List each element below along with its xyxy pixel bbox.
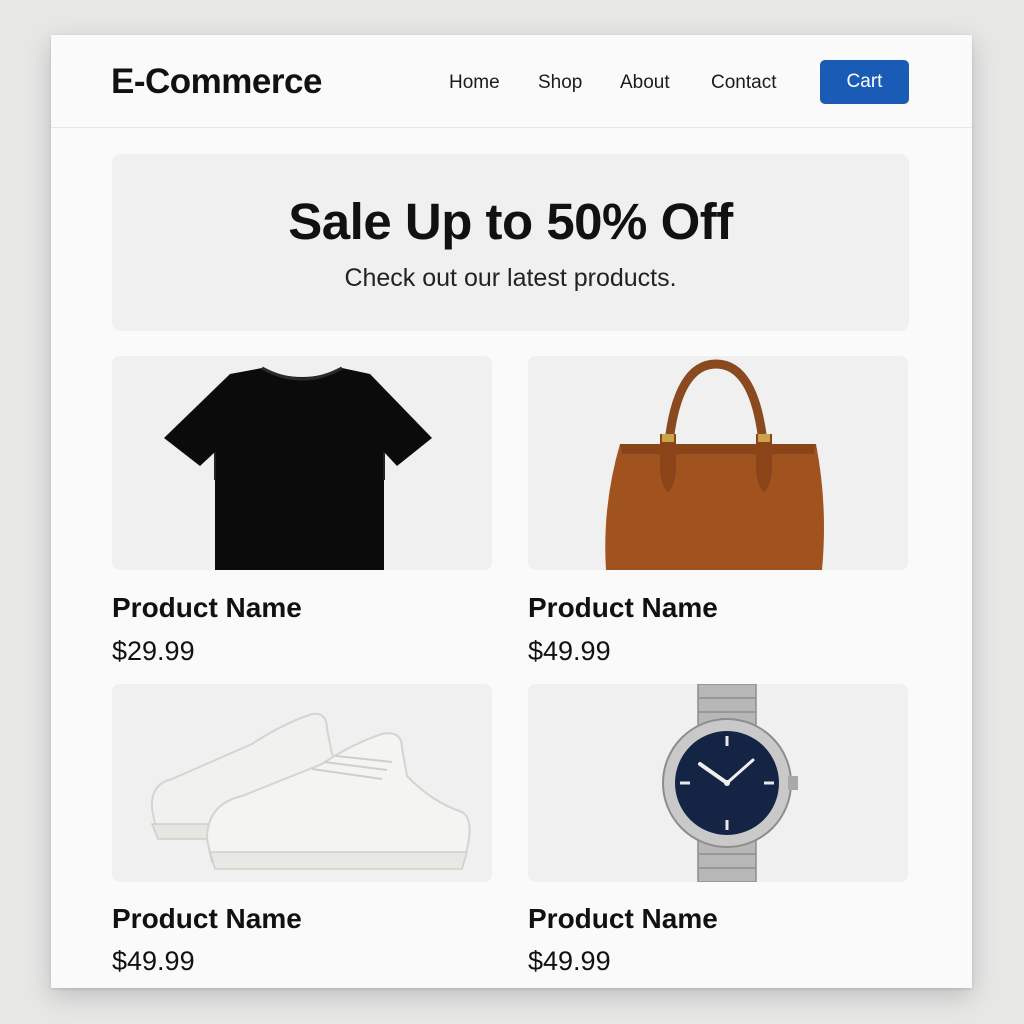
brand-logo[interactable]: E-Commerce [111, 62, 322, 102]
nav-about[interactable]: About [620, 72, 670, 94]
banner-subtitle: Check out our latest products. [344, 264, 677, 292]
cart-button[interactable]: Cart [820, 60, 909, 104]
product-name[interactable]: Product Name [528, 592, 718, 624]
nav-contact[interactable]: Contact [711, 72, 776, 94]
site-header: E-Commerce Home Shop About Contact Cart [51, 35, 972, 128]
silver-watch-icon [662, 684, 798, 882]
product-image[interactable] [112, 356, 492, 570]
sale-banner[interactable]: Sale Up to 50% Off Check out our latest … [112, 154, 909, 331]
page: E-Commerce Home Shop About Contact Cart … [51, 35, 972, 988]
product-name[interactable]: Product Name [112, 903, 302, 935]
banner-title: Sale Up to 50% Off [288, 193, 733, 250]
product-name[interactable]: Product Name [112, 592, 302, 624]
black-tshirt-icon [164, 366, 432, 570]
product-image[interactable] [112, 684, 492, 882]
product-image[interactable] [528, 684, 908, 882]
product-price: $29.99 [112, 636, 195, 666]
product-price: $49.99 [528, 946, 611, 976]
nav-home[interactable]: Home [449, 72, 500, 94]
white-sneakers-icon [150, 712, 471, 870]
product-price: $49.99 [528, 636, 611, 666]
nav-shop[interactable]: Shop [538, 72, 582, 94]
product-name[interactable]: Product Name [528, 903, 718, 935]
product-price: $49.99 [112, 946, 195, 976]
brown-handbag-icon [605, 359, 824, 570]
product-image[interactable] [528, 356, 908, 570]
